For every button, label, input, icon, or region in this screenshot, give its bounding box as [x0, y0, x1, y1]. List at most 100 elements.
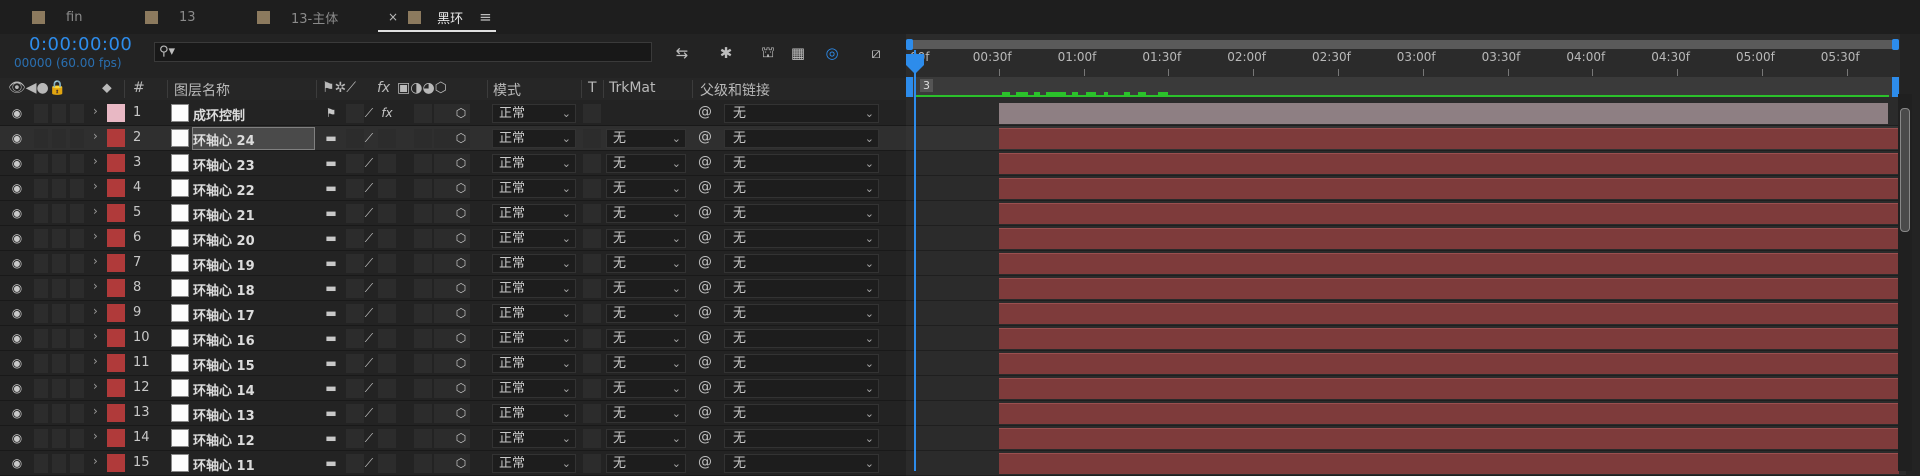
shy-switch-icon[interactable]: ▬: [322, 329, 340, 348]
trkmat-select[interactable]: 无 ⌄: [606, 254, 686, 273]
lock-switch[interactable]: [70, 104, 84, 123]
motion-blur-switch[interactable]: [434, 304, 452, 323]
expand-arrow-icon[interactable]: ›: [93, 154, 98, 168]
blend-mode-select[interactable]: 正常 ⌄: [492, 229, 576, 248]
shy-switch-icon[interactable]: ▬: [322, 129, 340, 148]
solo-switch[interactable]: [52, 154, 66, 173]
preserve-transparency-switch[interactable]: [583, 404, 601, 423]
audio-switch[interactable]: [34, 354, 48, 373]
3d-layer-icon[interactable]: ⬡: [452, 354, 470, 373]
graph-editor-icon[interactable]: ⧄: [864, 43, 888, 63]
frame-blend-switch[interactable]: [414, 104, 432, 123]
trkmat-header[interactable]: TrkMat: [609, 80, 656, 96]
motion-blur-switch[interactable]: [434, 154, 452, 173]
3d-layer-icon[interactable]: ⬡: [452, 454, 470, 473]
audio-switch[interactable]: [34, 454, 48, 473]
layer-search-input[interactable]: ⚲▾: [154, 42, 652, 62]
3d-layer-icon[interactable]: ⬡: [452, 304, 470, 323]
label-color-swatch[interactable]: [107, 304, 125, 322]
trkmat-select[interactable]: 无 ⌄: [606, 279, 686, 298]
solo-switch[interactable]: [52, 229, 66, 248]
3d-layer-icon[interactable]: ⬡: [452, 254, 470, 273]
blend-mode-select[interactable]: 正常 ⌄: [492, 179, 576, 198]
vertical-scrollbar[interactable]: [1898, 94, 1912, 471]
lock-switch[interactable]: [70, 329, 84, 348]
expand-arrow-icon[interactable]: ›: [93, 354, 98, 368]
parent-pickwhip-icon[interactable]: @: [698, 154, 712, 170]
label-color-swatch[interactable]: [107, 254, 125, 272]
audio-switch[interactable]: [34, 129, 48, 148]
shy-switch-icon[interactable]: ▬: [322, 254, 340, 273]
lock-switch[interactable]: [70, 129, 84, 148]
motion-blur-icon[interactable]: ◎: [820, 43, 844, 63]
parent-pickwhip-icon[interactable]: @: [698, 204, 712, 220]
shy-switch-icon[interactable]: ▬: [322, 179, 340, 198]
audio-switch[interactable]: [34, 329, 48, 348]
tab-fin[interactable]: fin: [32, 0, 82, 34]
audio-switch[interactable]: [34, 229, 48, 248]
layer-name-header[interactable]: 图层名称: [174, 80, 230, 100]
quality-switch-icon[interactable]: ⟋: [360, 404, 378, 423]
trkmat-select[interactable]: 无 ⌄: [606, 229, 686, 248]
layer-row[interactable]: ◉ › 3 环轴心 23 ▬ ⟋ ⬡ 正常 ⌄ 无 ⌄ @ 无 ⌄: [0, 151, 912, 176]
parent-select[interactable]: 无 ⌄: [724, 429, 879, 448]
audio-switch[interactable]: [34, 179, 48, 198]
shy-switch-icon[interactable]: ⚑: [322, 104, 340, 123]
eye-icon[interactable]: ◉: [9, 156, 25, 170]
layer-row[interactable]: ◉ › 7 环轴心 19 ▬ ⟋ ⬡ 正常 ⌄ 无 ⌄ @ 无 ⌄: [0, 251, 912, 276]
parent-select[interactable]: 无 ⌄: [724, 129, 879, 148]
eye-icon[interactable]: ◉: [9, 306, 25, 320]
frame-blending-icon[interactable]: ▦: [786, 43, 810, 63]
layer-name[interactable]: 环轴心 23: [193, 155, 255, 174]
expand-arrow-icon[interactable]: ›: [93, 279, 98, 293]
motion-blur-switch[interactable]: [434, 104, 452, 123]
trkmat-select[interactable]: 无 ⌄: [606, 354, 686, 373]
3d-layer-icon[interactable]: ⬡: [452, 379, 470, 398]
draft-3d-icon[interactable]: ✱: [714, 43, 738, 63]
parent-pickwhip-icon[interactable]: @: [698, 179, 712, 195]
blend-mode-select[interactable]: 正常 ⌄: [492, 404, 576, 423]
parent-select[interactable]: 无 ⌄: [724, 254, 879, 273]
motion-blur-switch[interactable]: [434, 454, 452, 473]
tab-black-ring[interactable]: × 黑环 ≡: [378, 0, 496, 34]
navigator-end-handle[interactable]: [1892, 39, 1899, 50]
parent-pickwhip-icon[interactable]: @: [698, 229, 712, 245]
frame-blend-switch[interactable]: [414, 329, 432, 348]
fx-switch[interactable]: [378, 404, 396, 423]
label-color-swatch[interactable]: [107, 454, 125, 472]
label-color-swatch[interactable]: [107, 179, 125, 197]
parent-select[interactable]: 无 ⌄: [724, 279, 879, 298]
mode-header[interactable]: 模式: [493, 80, 521, 100]
shy-switch-icon[interactable]: ▬: [322, 404, 340, 423]
parent-pickwhip-icon[interactable]: @: [698, 404, 712, 420]
navigator-start-handle[interactable]: [906, 39, 913, 50]
lock-switch[interactable]: [70, 404, 84, 423]
solo-switch[interactable]: [52, 279, 66, 298]
shy-switch-icon[interactable]: ▬: [322, 454, 340, 473]
preserve-transparency-switch[interactable]: [583, 154, 601, 173]
expand-arrow-icon[interactable]: ›: [93, 179, 98, 193]
frame-blend-switch[interactable]: [414, 354, 432, 373]
solo-switch[interactable]: [52, 204, 66, 223]
preserve-transparency-switch[interactable]: [583, 229, 601, 248]
motion-blur-switch[interactable]: [434, 429, 452, 448]
work-area-start-handle[interactable]: [906, 77, 913, 97]
fx-switch[interactable]: [378, 229, 396, 248]
blend-mode-select[interactable]: 正常 ⌄: [492, 154, 576, 173]
quality-switch-icon[interactable]: ⟋: [360, 454, 378, 473]
quality-switch-icon[interactable]: ⟋: [360, 379, 378, 398]
preserve-transparency-switch[interactable]: [583, 304, 601, 323]
layer-duration-bar[interactable]: [999, 353, 1899, 374]
lock-switch[interactable]: [70, 304, 84, 323]
parent-select[interactable]: 无 ⌄: [724, 329, 879, 348]
eye-icon[interactable]: ◉: [9, 106, 25, 120]
eye-icon[interactable]: ◉: [9, 181, 25, 195]
layer-duration-bar[interactable]: [999, 128, 1899, 149]
expand-arrow-icon[interactable]: ›: [93, 104, 98, 118]
label-color-swatch[interactable]: [107, 154, 125, 172]
frame-blend-switch[interactable]: [414, 129, 432, 148]
parent-pickwhip-icon[interactable]: @: [698, 454, 712, 470]
solo-switch[interactable]: [52, 454, 66, 473]
trkmat-select[interactable]: 无 ⌄: [606, 204, 686, 223]
eye-icon[interactable]: ◉: [9, 206, 25, 220]
